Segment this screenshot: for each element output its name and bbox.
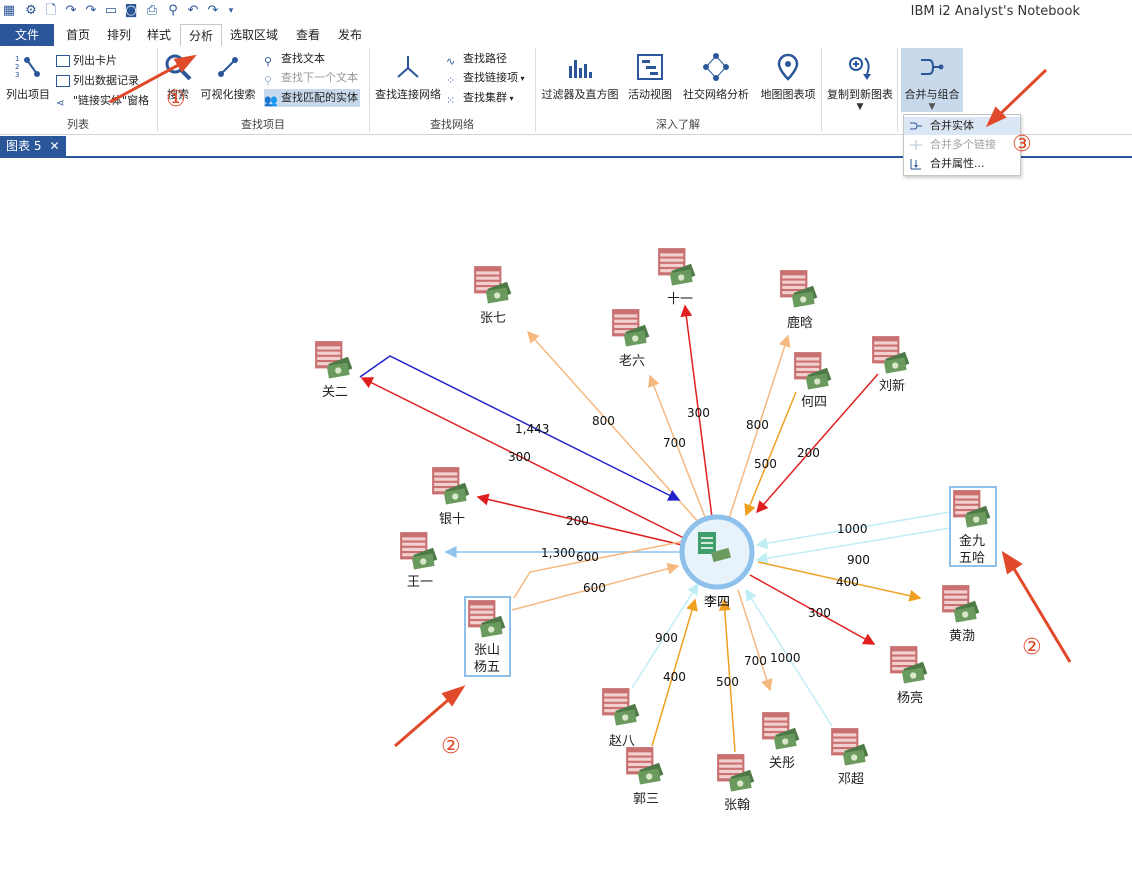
- link-label: 500: [716, 675, 739, 689]
- link-label: 1000: [837, 522, 868, 536]
- link-label: 700: [744, 654, 767, 668]
- entity-label: 金九: [959, 533, 985, 549]
- entity-guosan[interactable]: 郭三: [626, 747, 664, 807]
- annotation-arrow: [994, 68, 1048, 120]
- entity-guantong[interactable]: 关彤: [762, 712, 800, 771]
- link-label: 200: [566, 514, 589, 528]
- entity-huangbo[interactable]: 黄渤: [942, 585, 980, 644]
- entity-guaner[interactable]: 关二: [315, 341, 353, 400]
- entity-label: 杨五: [474, 660, 500, 675]
- entity-yangliang[interactable]: 杨亮: [890, 646, 928, 706]
- chart-canvas[interactable]: 800 700 300 800 500 200 1,443 300 200 1,…: [0, 158, 1132, 881]
- annotation-arrowhead: [1001, 550, 1023, 575]
- annotation-numbers: ② ②: [441, 635, 1042, 759]
- entity-label: 关彤: [769, 756, 795, 771]
- entity-zhaoba[interactable]: 赵八: [602, 688, 640, 749]
- entity-luhan[interactable]: 鹿晗: [780, 270, 818, 331]
- entity-center[interactable]: 李四: [679, 514, 755, 610]
- entity-label: 张山: [474, 643, 500, 658]
- entity-label: 张七: [480, 311, 506, 326]
- entity-label: 鹿晗: [787, 315, 813, 331]
- link-label: 400: [836, 575, 859, 589]
- annotation-arrowhead: [173, 54, 197, 73]
- link-label: 300: [808, 606, 831, 620]
- entity-zhangshan-combined[interactable]: 张山 杨五: [464, 596, 511, 677]
- link-label: 200: [797, 446, 820, 460]
- entity-laoliu[interactable]: 老六: [612, 309, 650, 369]
- entity-label: 黄渤: [949, 628, 975, 644]
- annotation-number: ②: [1022, 635, 1042, 660]
- link-label: 700: [663, 436, 686, 450]
- link-label: 1,443: [515, 422, 549, 436]
- entity-label: 郭三: [633, 791, 659, 807]
- link-label: 1,300: [541, 546, 575, 560]
- link-label: 600: [576, 550, 599, 564]
- entity-dengchao[interactable]: 邓超: [831, 728, 869, 787]
- annotation-number: ③: [1012, 132, 1032, 157]
- entity-shiyi[interactable]: 十一: [658, 248, 696, 307]
- link-laoliu[interactable]: [648, 374, 713, 536]
- link-label: 800: [746, 418, 769, 432]
- link-guaner[interactable]: [360, 377, 705, 549]
- entity-label: 五哈: [959, 551, 985, 566]
- entity-label: 何四: [801, 394, 827, 410]
- entity-jinjiu-combined[interactable]: 金九 五哈: [949, 486, 997, 567]
- entity-zhangqi[interactable]: 张七: [474, 266, 512, 326]
- link-label: 300: [687, 406, 710, 420]
- entity-hesi[interactable]: 何四: [794, 352, 832, 410]
- annotation-number: ②: [441, 734, 461, 759]
- entity-label: 关二: [322, 385, 348, 400]
- entity-yinshi[interactable]: 银十: [432, 467, 470, 527]
- link-label: 400: [663, 670, 686, 684]
- annotation-number: ①: [166, 87, 186, 112]
- entity-label: 老六: [619, 354, 645, 369]
- entity-wangyi[interactable]: 王一: [400, 532, 438, 590]
- entity-label: 银十: [439, 512, 465, 527]
- annotation-overlay: ① ③: [109, 54, 1048, 157]
- entity-label: 张翰: [724, 798, 750, 813]
- entity-label: 赵八: [609, 734, 635, 749]
- link-label: 900: [847, 553, 870, 567]
- entity-label: 李四: [704, 595, 730, 610]
- link-label: 900: [655, 631, 678, 645]
- link-label: 800: [592, 414, 615, 428]
- link-label: 500: [754, 457, 777, 471]
- entity-label: 王一: [407, 575, 433, 590]
- link-label: 300: [508, 450, 531, 464]
- entity-label: 十一: [667, 292, 693, 307]
- link-label: 1000: [770, 651, 801, 665]
- entity-label: 杨亮: [897, 690, 923, 706]
- link-label: 600: [583, 581, 606, 595]
- entity-label: 邓超: [838, 772, 864, 787]
- link-guantong[interactable]: [737, 589, 773, 692]
- entity-label: 刘新: [879, 378, 905, 394]
- entity-liuxin[interactable]: 刘新: [872, 336, 910, 394]
- entity-zhanghan[interactable]: 张翰: [717, 754, 755, 813]
